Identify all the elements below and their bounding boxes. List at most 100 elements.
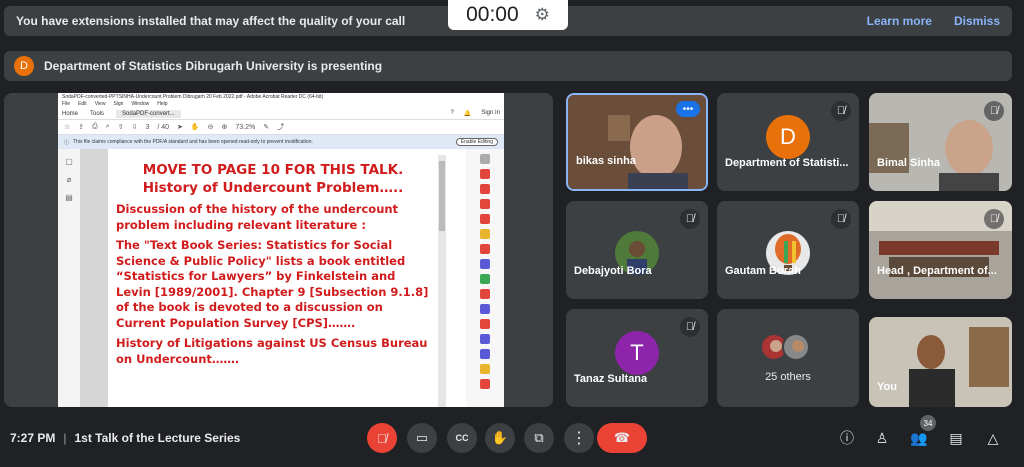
attachment-icon: ⌀	[66, 175, 72, 184]
shared-pdf-window: SodaPDF-converted-PPTSINHA-Undercount Pr…	[58, 93, 504, 407]
tool-export-icon	[480, 169, 490, 179]
slide-paragraph-1: Discussion of the history of the underco…	[116, 202, 399, 232]
participant-video	[869, 317, 1012, 407]
tool-send-icon	[480, 304, 490, 314]
star-icon: ☆	[64, 124, 71, 131]
more-options-button[interactable]: •••	[676, 101, 700, 117]
tool-standard-icon	[480, 349, 490, 359]
zoom-in-icon: ⊕	[221, 124, 228, 131]
menu-view: View	[94, 101, 106, 107]
meeting-details: 7:27 PM | 1st Talk of the Lecture Series	[10, 431, 240, 445]
chat-icon[interactable]: ▤	[945, 427, 967, 449]
dismiss-button[interactable]: Dismiss	[954, 14, 1000, 28]
page-number: 3	[145, 123, 150, 131]
timer-value: 00:00	[466, 3, 519, 26]
cursor-icon: ➤	[177, 124, 183, 131]
mic-off-icon: 🎙̸	[680, 209, 700, 229]
participant-tile-gautam-borah[interactable]: 🎙̸ Gautam Borah	[717, 201, 859, 299]
learn-more-button[interactable]: Learn more	[867, 14, 932, 28]
mic-off-icon[interactable]: 🎙̸	[367, 423, 397, 453]
participant-tile-debajyoti-bora[interactable]: 🎙̸ Debajyoti Bora	[566, 201, 708, 299]
participant-tile-tanaz-sultana[interactable]: 🎙̸ T Tanaz Sultana	[566, 309, 708, 407]
participant-name: Tanaz Sultana	[574, 373, 648, 385]
tool-collapse-icon	[480, 154, 490, 164]
others-tile[interactable]: 25 others	[717, 309, 859, 407]
menu-window: Window	[131, 101, 150, 107]
participant-tile-you[interactable]: You	[869, 317, 1012, 407]
page-down-icon: ⇩	[131, 124, 138, 131]
pdf-scrollbar	[438, 155, 446, 407]
participant-tile-department[interactable]: 🎙̸ D Department of Statisti...	[717, 93, 859, 191]
tool-more-icon	[480, 379, 490, 389]
participant-name: bikas sinha	[576, 155, 636, 167]
tool-combine-icon	[480, 199, 490, 209]
pdf-gutter	[80, 149, 108, 407]
zoom-search-icon: ⌕	[105, 123, 110, 130]
zoom-level: 73.2%	[235, 123, 256, 131]
pdfa-notice-text: This file claims compliance with the PDF…	[73, 139, 313, 145]
zoom-out-icon: ⊖	[207, 124, 214, 131]
menu-edit: Edit	[78, 101, 87, 107]
presenting-text: Department of Statistics Dibrugarh Unive…	[44, 59, 383, 73]
pdfa-notice: ⓘ This file claims compliance with the P…	[58, 135, 504, 149]
participant-avatar: D	[766, 115, 810, 159]
raise-hand-icon[interactable]: ✋	[485, 423, 515, 453]
participant-tile-bimal-sinha[interactable]: 🎙̸ Bimal Sinha	[869, 93, 1012, 191]
bell-icon: 🔔	[463, 111, 472, 117]
others-count-label: 25 others	[765, 371, 811, 383]
pdf-menubar: File Edit View Sign Window Help	[58, 101, 504, 108]
pages-icon: ▢	[65, 157, 73, 166]
tool-certificate-icon	[480, 334, 490, 344]
pdf-window-title: SodaPDF-converted-PPTSINHA-Undercount Pr…	[62, 94, 324, 100]
tool-fill-sign-icon	[480, 259, 490, 269]
others-avatars	[760, 333, 810, 361]
hand-tool-icon: ✋	[190, 124, 200, 131]
tool-redact-icon	[480, 319, 490, 329]
people-count-badge: 34	[920, 415, 936, 431]
enable-editing-button: Enable Editing	[455, 138, 498, 146]
print-icon: ⎙	[92, 123, 98, 130]
presentation-stage[interactable]: SodaPDF-converted-PPTSINHA-Undercount Pr…	[4, 93, 553, 407]
pdf-toolbar: ☆ ⇪ ⎙ ⌕ ⇧ ⇩ 3 / 40 ➤ ✋ ⊖ ⊕ 73.2% ✎ ⤴	[58, 120, 504, 135]
pdf-tab-tools: Tools	[90, 110, 105, 117]
closed-captions-icon[interactable]: CC	[447, 423, 477, 453]
info-icon[interactable]: ⓘ	[836, 427, 858, 449]
participant-name: Head , Department of...	[877, 265, 997, 277]
current-time: 7:27 PM	[10, 431, 56, 445]
slide-paragraph-3: History of Litigations against US Census…	[116, 336, 428, 366]
participant-name: Department of Statisti...	[725, 157, 849, 169]
presenting-banner: D Department of Statistics Dibrugarh Uni…	[4, 51, 1012, 81]
presenter-avatar: D	[14, 56, 34, 76]
gear-icon[interactable]: ⚙	[535, 5, 550, 25]
comment-icon: ✎	[263, 124, 270, 131]
more-vert-icon[interactable]: ⋮	[564, 423, 594, 453]
mic-off-icon: 🎙̸	[984, 101, 1004, 121]
page-up-icon: ⇧	[117, 124, 124, 131]
participant-avatar: T	[615, 331, 659, 375]
pdf-scroll-thumb	[439, 161, 445, 231]
participant-tile-bikas-sinha[interactable]: ••• bikas sinha	[566, 93, 708, 191]
upload-icon: ⇪	[78, 124, 85, 131]
mic-off-icon: 🎙̸	[831, 101, 851, 121]
mic-off-icon: 🎙̸	[831, 209, 851, 229]
meeting-title: 1st Talk of the Lecture Series	[74, 431, 241, 445]
call-end-icon[interactable]: ☎	[597, 423, 647, 453]
menu-sign: Sign	[113, 101, 124, 107]
help-icon: ?	[450, 110, 454, 116]
host-controls-icon[interactable]: ♙	[871, 427, 893, 449]
mic-off-icon: 🎙̸	[680, 317, 700, 337]
pdf-tools-pane	[466, 149, 504, 407]
pdf-tabs: Home Tools SodaPDF-convert... ? 🔔 Sign I…	[58, 108, 504, 120]
participant-tile-head-department[interactable]: 🎙̸ Head , Department of...	[869, 201, 1012, 299]
call-control-bar: 7:27 PM | 1st Talk of the Lecture Series…	[0, 410, 1024, 467]
pdf-sign-in: Sign In	[481, 110, 500, 116]
videocam-icon[interactable]: ▭	[407, 423, 437, 453]
mic-off-icon: 🎙̸	[984, 209, 1004, 229]
menu-file: File	[62, 101, 71, 107]
present-screen-icon[interactable]: ⧉	[524, 423, 554, 453]
page-total: / 40	[157, 123, 170, 131]
layers-icon: ▤	[65, 193, 73, 202]
tool-compress-icon	[480, 274, 490, 284]
others-avatar	[782, 333, 810, 361]
activities-icon[interactable]: △	[982, 427, 1004, 449]
